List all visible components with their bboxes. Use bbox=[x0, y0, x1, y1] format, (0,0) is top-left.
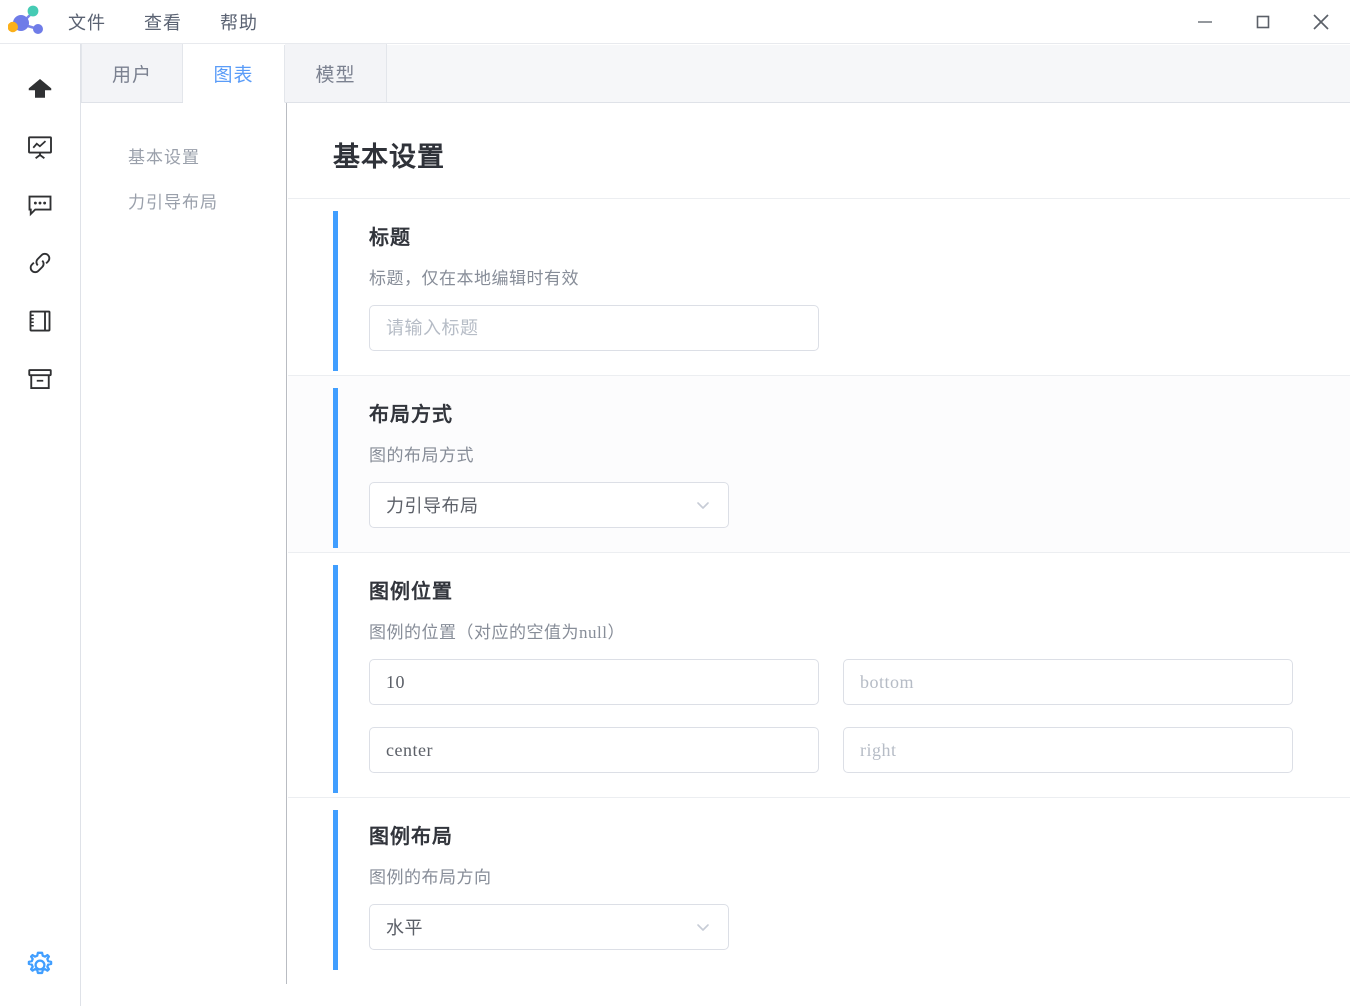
menu-view[interactable]: 查看 bbox=[142, 5, 184, 39]
section-title-heading: 标题 bbox=[369, 227, 411, 249]
section-legend-position-description: 图例的位置（对应的空值为null） bbox=[369, 623, 625, 642]
section-legend-position: 图例位置 图例的位置（对应的空值为null） bbox=[288, 552, 1350, 797]
section-layout-mode-heading: 布局方式 bbox=[369, 404, 453, 426]
section-title: 标题 标题，仅在本地编辑时有效 bbox=[288, 198, 1350, 375]
close-button[interactable] bbox=[1292, 0, 1350, 44]
maximize-button[interactable] bbox=[1234, 0, 1292, 44]
tab-charts[interactable]: 图表 bbox=[183, 45, 285, 103]
sidebar-item-archive[interactable] bbox=[0, 350, 80, 408]
legend-position-bottom-input[interactable] bbox=[843, 659, 1293, 705]
section-accent-bar bbox=[333, 388, 338, 548]
chat-bubble-icon bbox=[28, 195, 52, 217]
app-logo bbox=[0, 0, 56, 44]
layout-mode-select[interactable] bbox=[369, 482, 729, 528]
notebook-icon bbox=[29, 310, 51, 332]
section-layout-mode-description: 图的布局方式 bbox=[369, 446, 474, 465]
page-title: 基本设置 bbox=[333, 142, 445, 172]
sidebar-item-messages[interactable] bbox=[0, 176, 80, 234]
legend-position-right-input[interactable] bbox=[843, 727, 1293, 773]
legend-position-left-input[interactable] bbox=[369, 727, 819, 773]
section-title-description: 标题，仅在本地编辑时有效 bbox=[369, 269, 579, 288]
close-icon bbox=[1313, 14, 1329, 30]
menu-bar: 文件 查看 帮助 bbox=[66, 5, 260, 39]
menu-help[interactable]: 帮助 bbox=[218, 5, 260, 39]
gear-icon bbox=[27, 951, 53, 975]
legend-layout-select-value[interactable] bbox=[369, 904, 729, 950]
tab-models[interactable]: 模型 bbox=[285, 44, 387, 102]
section-accent-bar bbox=[333, 565, 338, 793]
sidebar-item-settings[interactable] bbox=[0, 936, 80, 994]
sidebar-item-charts[interactable] bbox=[0, 118, 80, 176]
title-input[interactable] bbox=[369, 305, 819, 351]
presentation-chart-icon bbox=[28, 136, 52, 160]
sidebar-item-notebook[interactable] bbox=[0, 292, 80, 350]
window-controls bbox=[1176, 0, 1350, 44]
nav-item-force-layout[interactable]: 力引导布局 bbox=[81, 178, 286, 223]
layout-mode-select-value[interactable] bbox=[369, 482, 729, 528]
tab-users[interactable]: 用户 bbox=[81, 44, 183, 102]
section-legend-layout-heading: 图例布局 bbox=[369, 826, 453, 848]
section-legend-layout-description: 图例的布局方向 bbox=[369, 868, 492, 887]
section-legend-position-heading: 图例位置 bbox=[369, 581, 453, 603]
section-accent-bar bbox=[333, 810, 338, 970]
menu-file[interactable]: 文件 bbox=[66, 5, 108, 39]
icon-rail bbox=[0, 44, 81, 1006]
legend-position-top-input[interactable] bbox=[369, 659, 819, 705]
link-icon bbox=[29, 252, 51, 274]
section-legend-layout: 图例布局 图例的布局方向 bbox=[288, 797, 1350, 974]
sidebar-item-links[interactable] bbox=[0, 234, 80, 292]
minimize-button[interactable] bbox=[1176, 0, 1234, 44]
tab-strip: 用户 图表 模型 bbox=[81, 44, 1350, 103]
section-accent-bar bbox=[333, 211, 338, 371]
molecule-logo-icon bbox=[8, 5, 43, 34]
minimize-icon bbox=[1198, 21, 1212, 23]
maximize-icon bbox=[1256, 15, 1270, 29]
legend-position-fields bbox=[369, 659, 1326, 773]
sidebar-item-home[interactable] bbox=[0, 60, 80, 118]
settings-panel: 基本设置 标题 标题，仅在本地编辑时有效 布局方式 图的布局方式 bbox=[288, 103, 1350, 1006]
home-icon bbox=[28, 79, 52, 98]
archive-box-icon bbox=[28, 369, 52, 389]
section-layout-mode: 布局方式 图的布局方式 bbox=[288, 375, 1350, 552]
legend-layout-select[interactable] bbox=[369, 904, 729, 950]
icon-rail-top-group bbox=[0, 60, 80, 408]
settings-nav: 基本设置 力引导布局 bbox=[81, 103, 287, 984]
window-titlebar: 文件 查看 帮助 bbox=[0, 0, 1350, 44]
nav-item-basic-settings[interactable]: 基本设置 bbox=[81, 133, 286, 178]
